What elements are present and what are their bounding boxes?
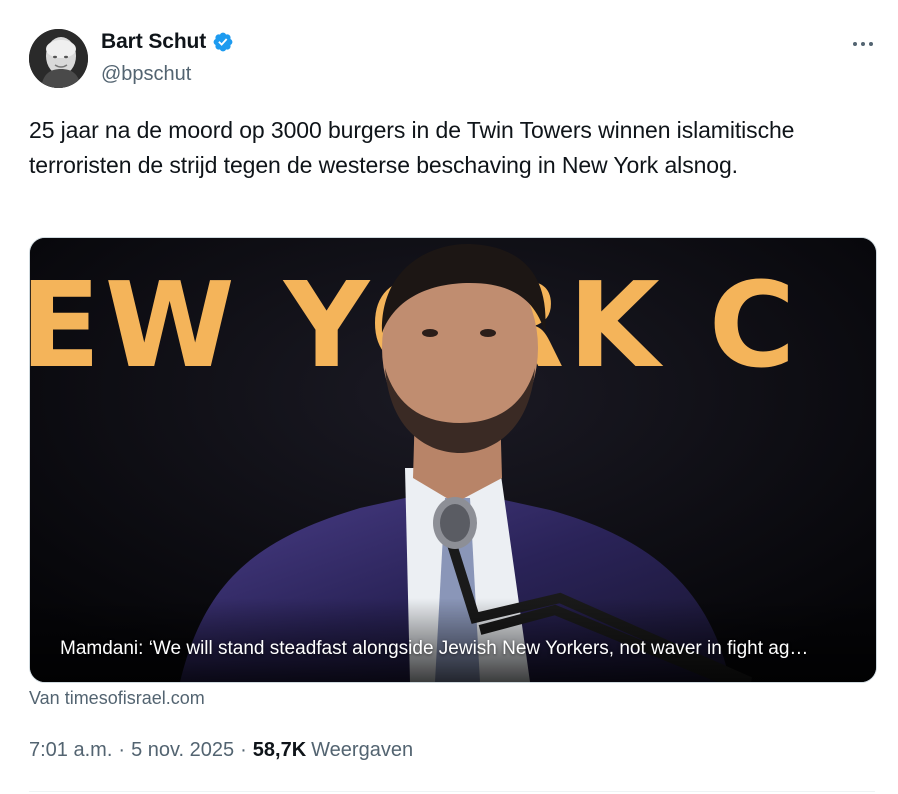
avatar[interactable] xyxy=(29,29,88,88)
card-image: EW YORK C xyxy=(30,238,876,682)
card-caption: Mamdani: ‘We will stand steadfast alongs… xyxy=(60,638,809,659)
tweet: Bart Schut @bpschut 25 jaar na de moord … xyxy=(0,0,898,794)
tweet-time[interactable]: 7:01 a.m. xyxy=(29,739,112,762)
tweet-meta: 7:01 a.m. · 5 nov. 2025 · 58,7K Weergave… xyxy=(29,739,413,762)
link-card[interactable]: EW YORK C Mamdani: ‘We will stand ste xyxy=(29,237,877,683)
more-options-button[interactable] xyxy=(849,34,877,54)
meta-separator: · xyxy=(118,739,126,761)
tweet-date[interactable]: 5 nov. 2025 xyxy=(131,739,234,762)
author-display-name[interactable]: Bart Schut xyxy=(101,30,206,54)
card-source[interactable]: Van timesofisrael.com xyxy=(29,688,205,709)
more-horizontal-icon xyxy=(853,42,857,46)
author-handle[interactable]: @bpschut xyxy=(101,63,191,86)
meta-separator: · xyxy=(240,739,247,761)
verified-badge-icon[interactable] xyxy=(212,31,234,53)
views-label: Weergaven xyxy=(311,739,414,761)
tweet-text: 25 jaar na de moord op 3000 burgers in d… xyxy=(29,117,795,178)
author-name-row: Bart Schut xyxy=(101,30,234,54)
more-horizontal-icon xyxy=(869,42,873,46)
user-avatar-icon xyxy=(29,29,88,88)
more-horizontal-icon xyxy=(861,42,865,46)
views-count[interactable]: 58,7K xyxy=(253,739,306,762)
divider xyxy=(29,791,875,792)
